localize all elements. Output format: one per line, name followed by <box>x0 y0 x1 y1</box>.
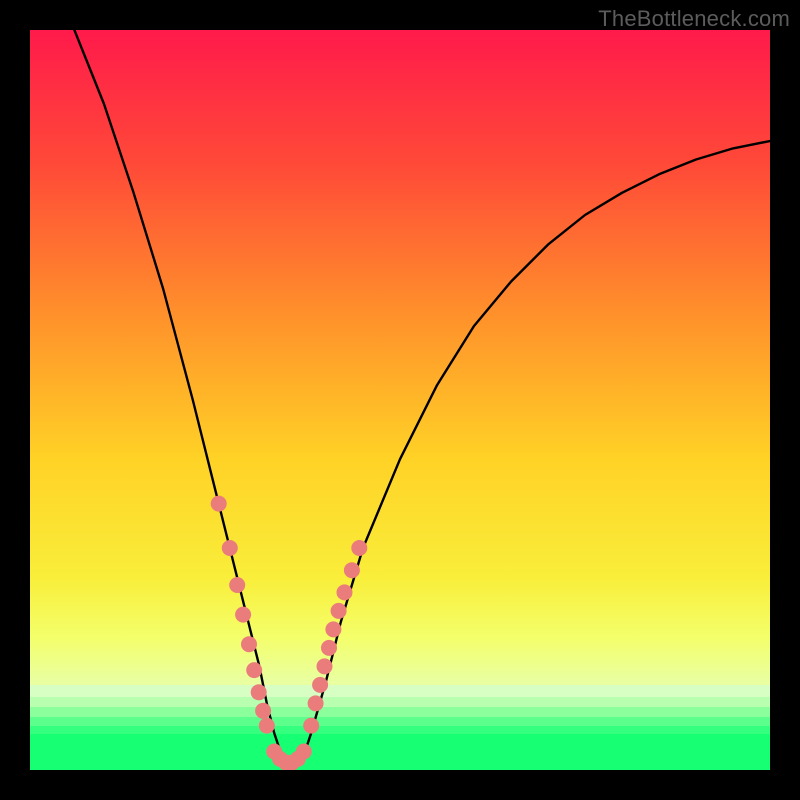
bottleneck-curve <box>74 30 770 763</box>
highlight-dot <box>296 744 312 760</box>
highlight-dot <box>246 662 262 678</box>
highlight-dot <box>303 718 319 734</box>
outer-black-frame: TheBottleneck.com <box>0 0 800 800</box>
highlight-dot <box>229 577 245 593</box>
highlight-dot <box>325 621 341 637</box>
watermark-text: TheBottleneck.com <box>598 6 790 32</box>
highlight-dot <box>235 607 251 623</box>
highlight-dot <box>337 584 353 600</box>
highlight-dot <box>317 658 333 674</box>
highlight-dot <box>222 540 238 556</box>
highlight-dot <box>251 684 267 700</box>
highlight-dot <box>255 703 271 719</box>
highlight-dot <box>308 695 324 711</box>
highlight-dot <box>351 540 367 556</box>
plot-area <box>30 30 770 770</box>
highlight-dot <box>331 603 347 619</box>
highlight-dot <box>211 496 227 512</box>
highlight-dot <box>321 640 337 656</box>
highlight-dot <box>344 562 360 578</box>
highlight-dot <box>241 636 257 652</box>
highlight-dot <box>312 677 328 693</box>
chart-svg <box>30 30 770 770</box>
highlight-dot <box>259 718 275 734</box>
